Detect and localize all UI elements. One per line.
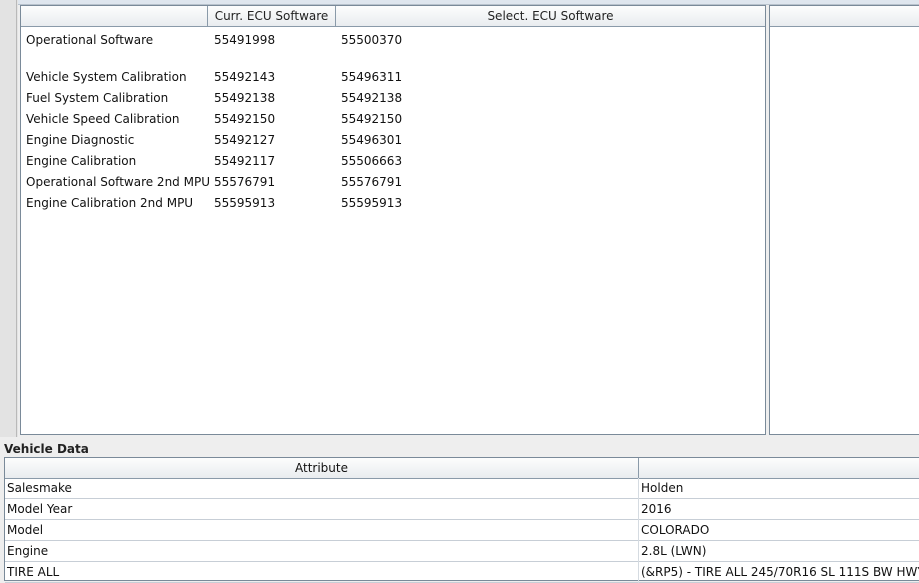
header-value[interactable] — [639, 458, 919, 478]
current-software: 55492127 — [214, 133, 276, 147]
module-name: Vehicle Speed Calibration — [26, 112, 180, 126]
header-current-ecu-software[interactable]: Curr. ECU Software — [208, 6, 336, 26]
table-row[interactable]: Operational Software 55491998 55500370 — [21, 30, 765, 51]
ecu-table-header: Curr. ECU Software Select. ECU Software — [21, 6, 765, 27]
table-row[interactable]: Engine 2.8L (LWN) — [5, 541, 919, 562]
current-software: 55492117 — [214, 154, 276, 168]
column-divider — [638, 478, 639, 499]
module-name: Engine Calibration — [26, 154, 137, 168]
header-selected-ecu-software[interactable]: Select. ECU Software — [336, 6, 765, 26]
selected-software: 55496311 — [341, 70, 403, 84]
module-name: Engine Diagnostic — [26, 133, 135, 147]
table-row[interactable]: Engine Diagnostic 55492127 55496301 — [21, 130, 765, 151]
attribute-value: COLORADO — [641, 523, 710, 537]
table-row[interactable]: Engine Calibration 55492117 55506663 — [21, 151, 765, 172]
selected-software: 55492150 — [341, 112, 403, 126]
column-divider — [638, 520, 639, 541]
header-module-name[interactable] — [21, 6, 208, 26]
current-software: 55576791 — [214, 175, 276, 189]
module-name: Fuel System Calibration — [26, 91, 169, 105]
module-name: Operational Software 2nd MPU — [26, 175, 210, 189]
module-name: Engine Calibration 2nd MPU — [26, 196, 194, 210]
attribute-name: TIRE ALL — [7, 565, 60, 579]
table-row[interactable]: Model COLORADO — [5, 520, 919, 541]
current-software: 55492138 — [214, 91, 276, 105]
table-row[interactable]: TIRE ALL (&RP5) - TIRE ALL 245/70R16 SL … — [5, 562, 919, 583]
left-margin — [0, 0, 18, 437]
selected-software: 55576791 — [341, 175, 403, 189]
table-row[interactable]: Model Year 2016 — [5, 499, 919, 520]
selected-software: 55500370 — [341, 33, 403, 47]
right-panel-header — [770, 6, 919, 27]
current-software: 55492150 — [214, 112, 276, 126]
vehicle-data-title: Vehicle Data — [4, 442, 89, 456]
table-row[interactable]: Fuel System Calibration 55492138 5549213… — [21, 88, 765, 109]
module-name: Vehicle System Calibration — [26, 70, 187, 84]
attribute-name: Salesmake — [7, 481, 72, 495]
vehicle-data-table: Attribute Salesmake Holden Model Year 20… — [4, 457, 919, 583]
selected-software: 55506663 — [341, 154, 403, 168]
table-row[interactable]: Vehicle Speed Calibration 55492150 55492… — [21, 109, 765, 130]
table-row[interactable]: Engine Calibration 2nd MPU 55595913 5559… — [21, 193, 765, 214]
current-software: 55492143 — [214, 70, 276, 84]
table-row[interactable]: Vehicle System Calibration 55492143 5549… — [21, 67, 765, 88]
module-name: Operational Software — [26, 33, 154, 47]
attribute-name: Model — [7, 523, 44, 537]
attribute-value: 2016 — [641, 502, 672, 516]
attribute-value: Holden — [641, 481, 684, 495]
attribute-value: 2.8L (LWN) — [641, 544, 707, 558]
header-attribute[interactable]: Attribute — [5, 458, 639, 478]
current-software: 55491998 — [214, 33, 276, 47]
table-row[interactable]: Salesmake Holden — [5, 478, 919, 499]
current-software: 55595913 — [214, 196, 276, 210]
selected-software: 55496301 — [341, 133, 403, 147]
table-row[interactable]: Operational Software 2nd MPU 55576791 55… — [21, 172, 765, 193]
right-empty-panel — [769, 5, 919, 435]
selected-software: 55492138 — [341, 91, 403, 105]
attribute-name: Engine — [7, 544, 49, 558]
column-divider — [638, 541, 639, 562]
column-divider — [638, 562, 639, 583]
left-divider — [16, 0, 17, 437]
column-divider — [638, 499, 639, 520]
attribute-name: Model Year — [7, 502, 73, 516]
attribute-value: (&RP5) - TIRE ALL 245/70R16 SL 111S BW H… — [641, 565, 919, 579]
selected-software: 55595913 — [341, 196, 403, 210]
vehicle-data-header: Attribute — [5, 458, 919, 479]
ecu-software-table: Curr. ECU Software Select. ECU Software … — [20, 5, 766, 435]
